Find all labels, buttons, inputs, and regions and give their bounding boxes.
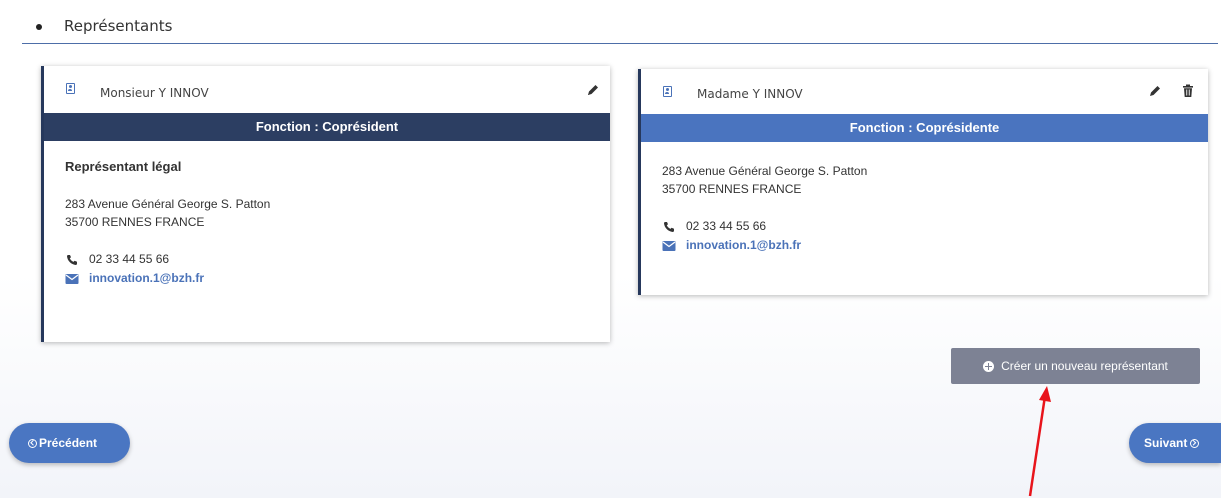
email-link[interactable]: innovation.1@bzh.fr: [89, 269, 204, 288]
envelope-icon: [662, 240, 676, 251]
phone-number: 02 33 44 55 66: [89, 252, 170, 266]
person-card-icon: [66, 83, 75, 94]
representative-card: Monsieur Y INNOV Fonction : Coprésident …: [41, 66, 610, 342]
next-label: Suivant: [1144, 436, 1188, 450]
representative-name: Monsieur Y INNOV: [100, 86, 209, 100]
address-line: 35700 RENNES FRANCE: [65, 215, 205, 229]
email-link[interactable]: innovation.1@bzh.fr: [686, 236, 801, 255]
card-header: Madame Y INNOV: [641, 69, 1208, 114]
representative-card: Madame Y INNOV Fonction : Coprésidente 2…: [638, 69, 1208, 295]
pencil-icon[interactable]: [1148, 84, 1162, 98]
bullet-icon: [36, 24, 42, 30]
email-row[interactable]: innovation.1@bzh.fr: [65, 269, 610, 288]
create-representative-label: Créer un nouveau représentant: [1001, 359, 1168, 373]
envelope-icon: [65, 273, 79, 284]
phone-row: 02 33 44 55 66: [662, 217, 1208, 236]
address-line: 283 Avenue Général George S. Patton: [662, 164, 868, 178]
annotation-arrow: [1028, 386, 1051, 497]
address: 283 Avenue Général George S. Patton 3570…: [662, 162, 1208, 198]
contact-block: 02 33 44 55 66 innovation.1@bzh.fr: [65, 250, 610, 288]
next-button[interactable]: Suivant: [1129, 423, 1221, 463]
previous-button[interactable]: Précédent: [9, 423, 130, 463]
section-header: Représentants: [22, 8, 1218, 44]
address-line: 35700 RENNES FRANCE: [662, 182, 802, 196]
chevron-left-circle-icon: [28, 438, 37, 448]
plus-circle-icon: [983, 360, 995, 372]
card-header: Monsieur Y INNOV: [44, 66, 610, 113]
phone-icon: [67, 254, 77, 265]
email-row[interactable]: innovation.1@bzh.fr: [662, 236, 1208, 255]
address-line: 283 Avenue Général George S. Patton: [65, 197, 271, 211]
phone-row: 02 33 44 55 66: [65, 250, 610, 269]
fonction-bar: Fonction : Coprésident: [44, 113, 610, 141]
phone-icon: [664, 221, 674, 232]
chevron-right-circle-icon: [1190, 438, 1200, 448]
create-representative-button[interactable]: Créer un nouveau représentant: [951, 348, 1200, 384]
address: 283 Avenue Général George S. Patton 3570…: [65, 195, 610, 231]
card-body: Représentant légal 283 Avenue Général Ge…: [44, 141, 610, 288]
contact-block: 02 33 44 55 66 innovation.1@bzh.fr: [662, 217, 1208, 255]
trash-icon[interactable]: [1182, 84, 1194, 98]
fonction-bar: Fonction : Coprésidente: [641, 114, 1208, 142]
representative-name: Madame Y INNOV: [697, 87, 803, 101]
card-body: 283 Avenue Général George S. Patton 3570…: [641, 142, 1208, 255]
pencil-icon[interactable]: [586, 83, 600, 97]
person-card-icon: [663, 86, 672, 97]
phone-number: 02 33 44 55 66: [686, 219, 767, 233]
section-title: Représentants: [64, 17, 173, 35]
role-label: Représentant légal: [65, 159, 182, 174]
previous-label: Précédent: [39, 436, 98, 450]
